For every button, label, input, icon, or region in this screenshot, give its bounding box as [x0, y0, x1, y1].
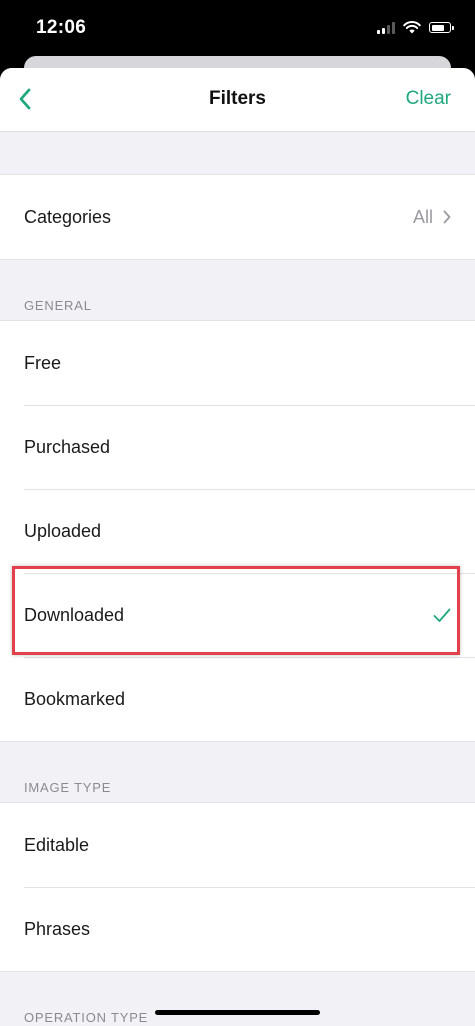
checkmark-icon: [433, 608, 451, 622]
filter-row-purchased[interactable]: Purchased: [0, 405, 475, 489]
filters-sheet: Filters Clear Categories All GENERAL Fre…: [0, 68, 475, 1026]
filter-row-free[interactable]: Free: [0, 321, 475, 405]
battery-icon: [429, 22, 454, 33]
filter-label: Downloaded: [24, 604, 125, 625]
cellular-signal-icon: [377, 21, 395, 34]
section-header-operation-type: OPERATION TYPE: [24, 1010, 149, 1025]
filter-label: Phrases: [24, 918, 91, 939]
categories-value: All: [412, 206, 433, 227]
filter-row-bookmarked[interactable]: Bookmarked: [0, 657, 475, 741]
filter-row-uploaded[interactable]: Uploaded: [0, 489, 475, 573]
section-header-image-type: IMAGE TYPE: [24, 780, 112, 795]
status-time: 12:06: [36, 17, 87, 38]
categories-group: Categories All: [0, 174, 475, 260]
filter-label: Uploaded: [24, 520, 102, 541]
categories-label: Categories: [24, 206, 112, 227]
home-indicator[interactable]: [155, 1010, 320, 1015]
status-icons: [377, 21, 454, 34]
status-bar: 12:06: [0, 0, 475, 58]
filter-row-phrases[interactable]: Phrases: [0, 887, 475, 971]
clear-button[interactable]: Clear: [406, 88, 451, 110]
page-title: Filters: [208, 88, 267, 109]
filter-label: Bookmarked: [24, 688, 126, 709]
filter-row-editable[interactable]: Editable: [0, 803, 475, 887]
section-header-general: GENERAL: [24, 298, 92, 313]
filter-label: Editable: [24, 834, 90, 855]
filter-row-downloaded[interactable]: Downloaded: [0, 573, 475, 657]
nav-bar: Filters Clear: [0, 68, 475, 132]
image-type-group: Editable Phrases: [0, 802, 475, 972]
wifi-icon: [403, 21, 421, 34]
general-group: Free Purchased Uploaded Downloaded Bookm…: [0, 320, 475, 742]
chevron-right-icon: [443, 210, 451, 224]
filter-label: Purchased: [24, 436, 111, 457]
categories-row[interactable]: Categories All: [0, 175, 475, 259]
filter-label: Free: [24, 352, 62, 373]
